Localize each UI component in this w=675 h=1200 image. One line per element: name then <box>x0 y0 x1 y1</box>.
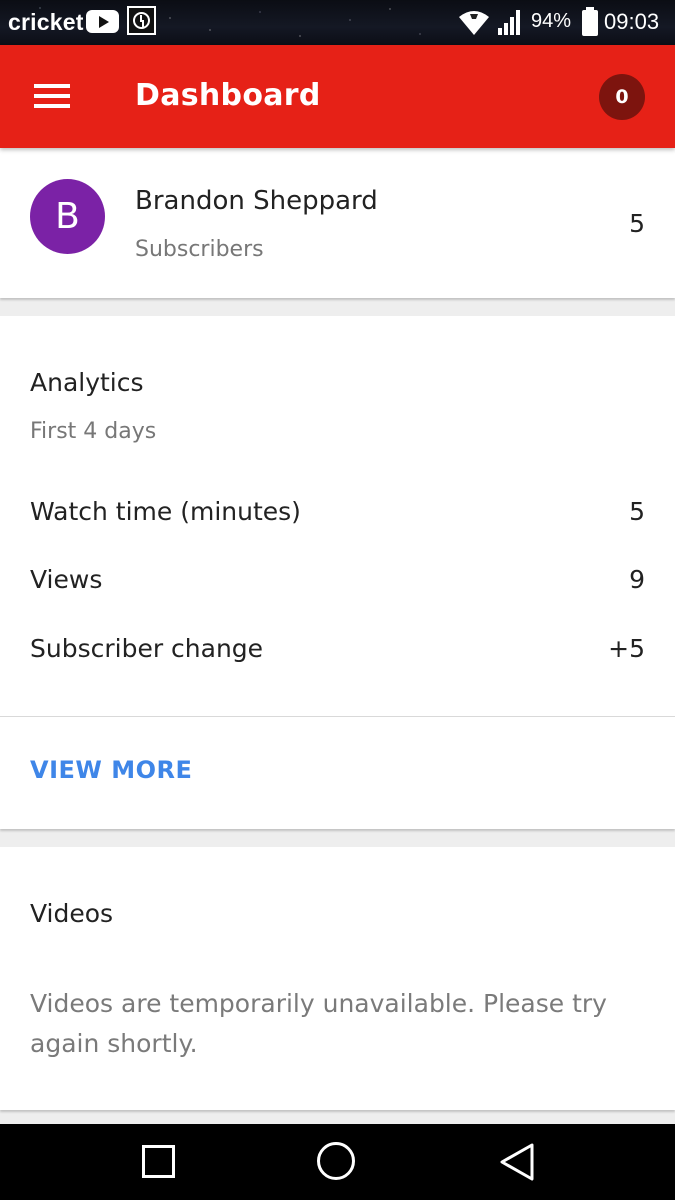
youtube-icon <box>86 10 119 33</box>
analytics-period: First 4 days <box>30 419 157 444</box>
channel-name: Brandon Sheppard <box>135 186 378 216</box>
home-icon[interactable] <box>314 1140 360 1186</box>
carrier-label: cricket <box>8 9 84 35</box>
metric-row-watch-time: Watch time (minutes) 5 <box>30 497 645 537</box>
clock-time: 09:03 <box>604 9 660 34</box>
view-more-button[interactable]: VIEW MORE <box>30 756 192 784</box>
menu-icon[interactable] <box>26 78 78 114</box>
battery-percent: 94% <box>531 10 572 32</box>
metric-label: Subscriber change <box>30 634 264 663</box>
metric-row-views: Views 9 <box>30 565 645 605</box>
metric-value: +5 <box>608 634 645 663</box>
divider <box>0 716 675 717</box>
videos-title: Videos <box>30 899 114 928</box>
metric-label: Watch time (minutes) <box>30 497 301 526</box>
videos-message: Videos are temporarily unavailable. Plea… <box>30 989 607 1058</box>
metric-value: 5 <box>629 497 645 526</box>
clock-app-icon <box>127 6 156 35</box>
status-bar: cricket 94% 09:03 <box>0 0 675 45</box>
metric-label: Views <box>30 565 103 594</box>
app-bar: Dashboard 0 <box>0 45 675 148</box>
battery-icon <box>582 7 598 36</box>
navigation-bar <box>0 1124 675 1200</box>
analytics-title: Analytics <box>30 368 144 397</box>
channel-card: B Brandon Sheppard Subscribers 5 <box>0 148 675 298</box>
videos-card: Videos Videos are temporarily unavailabl… <box>0 847 675 1110</box>
analytics-card: Analytics First 4 days Watch time (minut… <box>0 316 675 829</box>
subscribers-label: Subscribers <box>135 237 264 262</box>
recent-apps-icon[interactable] <box>135 1140 181 1186</box>
signal-icon <box>498 10 524 35</box>
avatar[interactable]: B <box>30 179 105 254</box>
back-icon[interactable] <box>494 1140 540 1186</box>
metric-row-subscriber-change: Subscriber change +5 <box>30 634 645 674</box>
metric-value: 9 <box>629 565 645 594</box>
wifi-icon <box>459 11 489 35</box>
page-title: Dashboard <box>135 78 321 113</box>
subscribers-count: 5 <box>629 209 645 238</box>
notification-badge[interactable]: 0 <box>599 74 645 120</box>
screen: cricket 94% 09:03 Dashboard 0 B Brandon … <box>0 0 675 1200</box>
